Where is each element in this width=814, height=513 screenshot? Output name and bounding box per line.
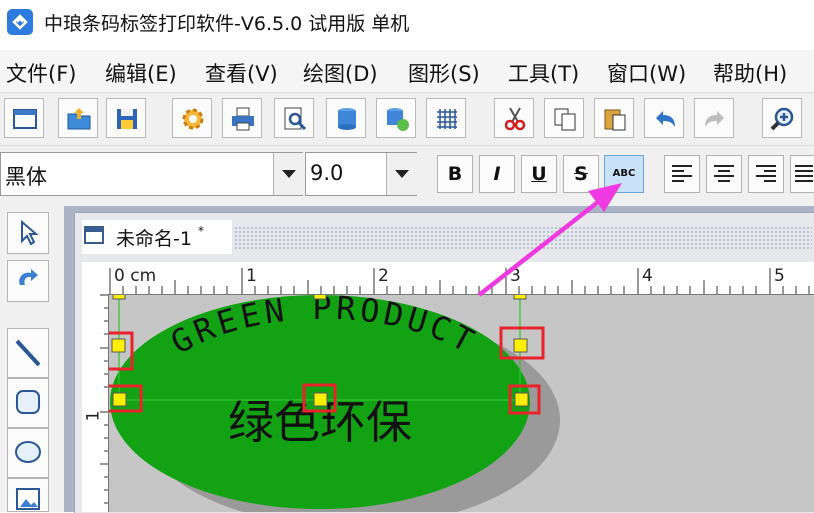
arrow-shaft xyxy=(477,200,600,297)
annotation-arrow xyxy=(477,183,622,297)
